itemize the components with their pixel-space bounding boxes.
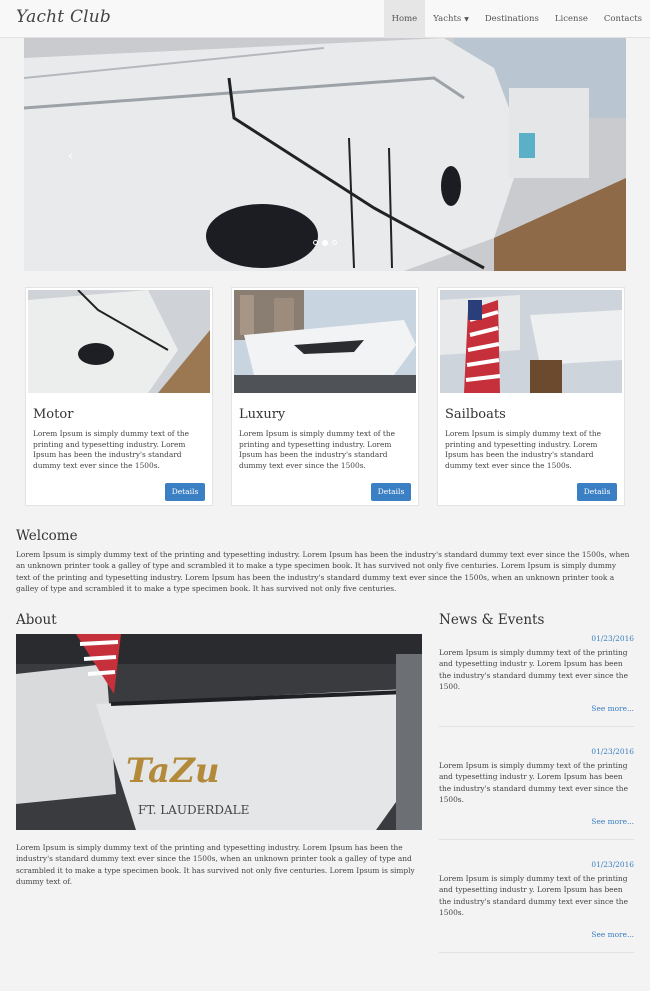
card-luxury: Luxury Lorem Ipsum is simply dummy text … [231,287,419,506]
welcome-heading: Welcome [16,528,78,544]
caret-down-icon: ▼ [464,16,469,23]
svg-text:FT. LAUDERDALE: FT. LAUDERDALE [138,803,249,817]
nav-label-license: License [554,14,588,24]
carousel-dot-3[interactable] [332,240,337,245]
carousel-dot-2[interactable] [322,240,328,246]
nav-item-yachts[interactable]: Yachts ▼ [425,0,477,38]
nav-item-contacts[interactable]: Contacts [596,0,650,38]
carousel-dot-1[interactable] [313,240,318,245]
card-sailboats: Sailboats Lorem Ipsum is simply dummy te… [437,287,625,506]
card-text: Lorem Ipsum is simply dummy text of the … [445,429,601,470]
hero-carousel[interactable]: ‹ [24,38,626,271]
card-motor: Motor Lorem Ipsum is simply dummy text o… [25,287,213,506]
nav-label-destinations: Destinations [484,14,539,24]
see-more-link[interactable]: See more... [591,817,634,826]
welcome-text: Lorem Ipsum is simply dummy text of the … [16,550,630,593]
about-image: TaZu FT. LAUDERDALE [16,634,422,830]
card-image-sailboats [440,290,622,393]
card-title: Sailboats [445,407,506,422]
card-text: Lorem Ipsum is simply dummy text of the … [239,429,395,470]
svg-text:TaZu: TaZu [126,751,220,791]
card-text: Lorem Ipsum is simply dummy text of the … [33,429,189,470]
nav-label-home: Home [391,14,418,24]
card-title: Luxury [239,407,286,422]
see-more-link[interactable]: See more... [591,704,634,713]
top-navbar: Yacht Club Home Yachts ▼ Destinations Lic… [0,0,650,38]
about-heading: About [16,612,57,628]
details-button-motor[interactable]: Details [165,483,205,501]
card-image-luxury [234,290,416,393]
see-more-link[interactable]: See more... [591,930,634,939]
hero-yacht-image [24,38,626,271]
nav-item-destinations[interactable]: Destinations [477,0,547,38]
news-text: Lorem Ipsum is simply dummy text of the … [439,874,628,917]
news-divider [439,726,634,727]
card-image-motor [28,290,210,393]
news-text: Lorem Ipsum is simply dummy text of the … [439,761,628,804]
carousel-indicators [313,240,337,246]
nav-label-yachts: Yachts [433,14,462,24]
about-text: Lorem Ipsum is simply dummy text of the … [16,843,415,886]
nav-item-license[interactable]: License [547,0,596,38]
nav-item-home[interactable]: Home [383,0,426,38]
details-button-sailboats[interactable]: Details [577,483,617,501]
carousel-prev-arrow[interactable]: ‹ [68,148,74,164]
news-divider [439,839,634,840]
news-date: 01/23/2016 [591,634,634,643]
card-title: Motor [33,407,74,422]
news-date: 01/23/2016 [591,747,634,756]
main-nav: Home Yachts ▼ Destinations License Contac… [383,0,650,38]
news-text: Lorem Ipsum is simply dummy text of the … [439,648,628,691]
site-brand[interactable]: Yacht Club [16,7,111,27]
nav-label-contacts: Contacts [603,14,642,24]
details-button-luxury[interactable]: Details [371,483,411,501]
news-divider [439,952,634,953]
news-heading: News & Events [439,612,545,628]
news-date: 01/23/2016 [591,860,634,869]
